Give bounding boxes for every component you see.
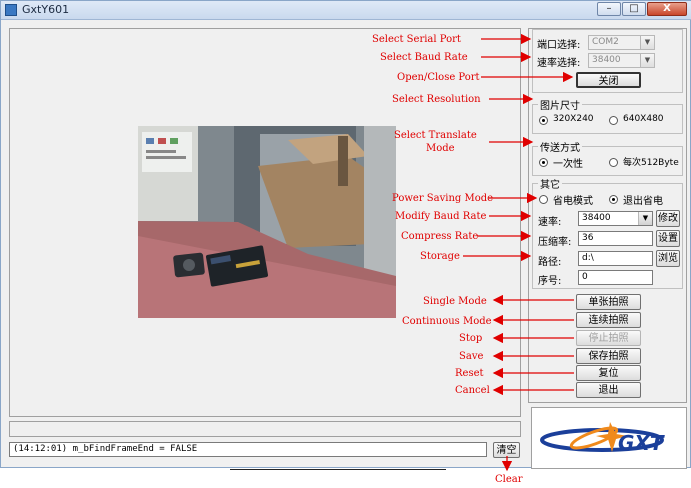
modify-rate-button[interactable]: 修改 (656, 210, 680, 227)
radio-320x240-label: 320X240 (553, 114, 594, 124)
rate-select[interactable]: 38400 ▼ (578, 211, 653, 226)
radio-exit-power-save[interactable] (609, 195, 618, 204)
continuous-shot-button[interactable]: 连续拍照 (576, 312, 641, 328)
annotation-open-close-port: Open/Close Port (397, 72, 480, 83)
close-window-button[interactable]: X (647, 2, 687, 16)
browse-button[interactable]: 浏览 (656, 250, 680, 267)
camera-preview-image (138, 126, 396, 318)
stop-shot-button[interactable]: 停止拍照 (576, 330, 641, 346)
window-title: GxtY601 (22, 3, 70, 16)
annotation-select-resolution: Select Resolution (392, 94, 481, 105)
radio-exit-power-save-label: 退出省电 (623, 196, 663, 207)
radio-once-label: 一次性 (553, 159, 583, 170)
radio-640x480[interactable] (609, 116, 618, 125)
other-title: 其它 (538, 176, 562, 191)
annotation-mode: Mode (426, 143, 455, 154)
annotation-compress-rate: Compress Rate (401, 231, 479, 242)
annotation-select-translate: Select Translate (394, 130, 477, 141)
chevron-down-icon: ▼ (638, 212, 652, 225)
radio-power-save[interactable] (539, 195, 548, 204)
annotation-single-mode: Single Mode (423, 296, 487, 307)
clear-button[interactable]: 清空 (493, 442, 520, 458)
radio-512byte-label: 每次512Byte (623, 158, 679, 168)
save-shot-button[interactable]: 保存拍照 (576, 348, 641, 364)
gxt-logo: GXT (531, 407, 687, 469)
baud-label: 速率选择: (537, 58, 581, 69)
radio-512byte[interactable] (609, 158, 618, 167)
annotation-storage: Storage (420, 251, 460, 262)
seq-label: 序号: (538, 276, 562, 287)
status-strip (9, 421, 521, 437)
radio-once[interactable] (539, 158, 548, 167)
single-shot-button[interactable]: 单张拍照 (576, 294, 641, 310)
compress-label: 压缩率: (538, 237, 572, 248)
port-label: 端口选择: (537, 40, 581, 51)
annotation-select-baud-rate: Select Baud Rate (380, 52, 468, 63)
radio-640x480-label: 640X480 (623, 114, 664, 124)
chevron-down-icon: ▼ (640, 54, 654, 67)
set-compress-button[interactable]: 设置 (656, 230, 680, 247)
port-select[interactable]: COM2 ▼ (588, 35, 655, 50)
path-input[interactable]: d:\ (578, 251, 653, 266)
annotation-clear: Clear (495, 474, 523, 485)
annotation-select-serial-port: Select Serial Port (372, 34, 461, 45)
app-window: GxtY601 – □ X (14:12:01) m_bFindFrameEnd… (0, 0, 691, 469)
chevron-down-icon: ▼ (640, 36, 654, 49)
annotation-cancel: Cancel (455, 385, 490, 396)
rate-label: 速率: (538, 217, 562, 228)
reset-button[interactable]: 复位 (576, 365, 641, 381)
open-close-port-button[interactable]: 关闭 (576, 72, 641, 88)
maximize-button[interactable]: □ (622, 2, 646, 16)
minimize-button[interactable]: – (597, 2, 621, 16)
resolution-title: 图片尺寸 (538, 97, 582, 112)
divider-line (230, 469, 446, 470)
annotation-power-saving-mode: Power Saving Mode (392, 193, 494, 204)
title-bar: GxtY601 – □ X (1, 1, 691, 20)
annotation-save: Save (459, 351, 484, 362)
log-output: (14:12:01) m_bFindFrameEnd = FALSE (9, 442, 487, 457)
seq-input[interactable]: 0 (578, 270, 653, 285)
transfer-title: 传送方式 (538, 139, 582, 154)
annotation-modify-baud-rate: Modify Baud Rate (395, 211, 487, 222)
logo-text: GXT (618, 431, 665, 455)
annotation-continuous-mode: Continuous Mode (402, 316, 492, 327)
annotation-stop: Stop (459, 333, 483, 344)
annotation-reset: Reset (455, 368, 484, 379)
exit-button[interactable]: 退出 (576, 382, 641, 398)
app-icon (5, 4, 17, 16)
control-panel: 端口选择: COM2 ▼ 速率选择: 38400 ▼ 关闭 图片尺寸 320X2… (528, 28, 687, 403)
baud-select[interactable]: 38400 ▼ (588, 53, 655, 68)
path-label: 路径: (538, 257, 562, 268)
radio-320x240[interactable] (539, 116, 548, 125)
radio-power-save-label: 省电模式 (553, 196, 593, 207)
compress-input[interactable]: 36 (578, 231, 653, 246)
